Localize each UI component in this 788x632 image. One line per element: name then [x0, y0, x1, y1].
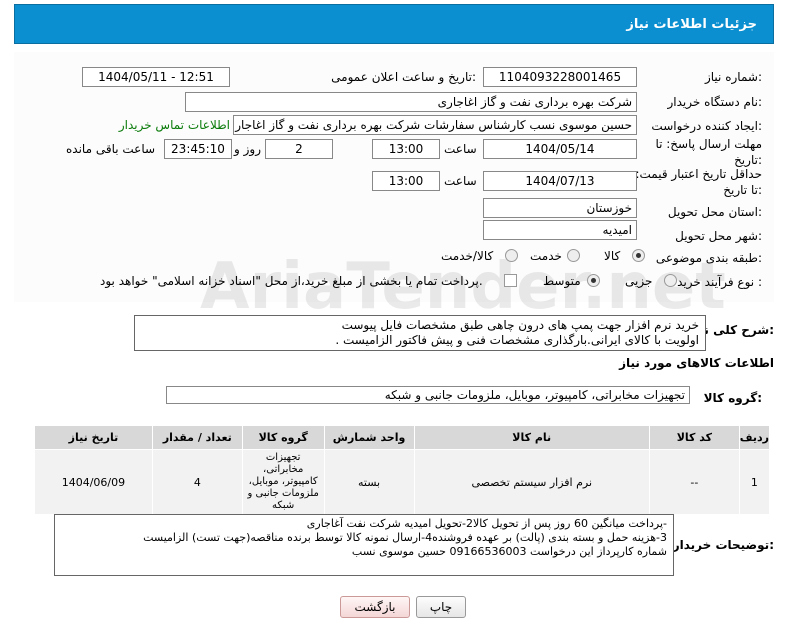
description-textarea: خرید نرم افزار جهت پمپ های درون چاهی طبق… — [134, 315, 706, 351]
buyer-notes-line-3: شماره کارپرداز این درخواست 09166536003 ح… — [351, 545, 667, 558]
remaining-time-field: 23:45:10 — [164, 139, 232, 159]
goods-group-field: تجهیزات مخابراتی، کامپیوتر، موبایل، ملزو… — [166, 386, 690, 404]
category-label: طبقه بندی موضوعی: — [655, 251, 762, 265]
page-title: جزئیات اطلاعات نیاز — [626, 17, 757, 32]
table-row[interactable]: 1 -- نرم افزار سیستم تخصصی بسته تجهیزات … — [34, 449, 771, 515]
buyer-notes-textarea: -پرداخت میانگین 60 روز پس از تحویل کالا2… — [54, 514, 674, 576]
purchase-radio-minor[interactable] — [664, 274, 677, 287]
announce-field: 1404/05/11 - 12:51 — [82, 67, 230, 87]
purchase-option-minor: جزیی — [625, 274, 653, 288]
buyer-contact-link[interactable]: اطلاعات تماس خریدار — [119, 118, 230, 132]
days-label: روز و — [234, 142, 261, 156]
back-button[interactable]: بازگشت — [340, 596, 410, 618]
category-radio-goods[interactable] — [632, 249, 645, 262]
header-bar: جزئیات اطلاعات نیاز — [14, 4, 774, 44]
col-name: نام کالا — [413, 425, 650, 450]
reply-time-label: ساعت — [444, 142, 477, 156]
cell-date: 1404/06/09 — [34, 449, 153, 515]
print-button[interactable]: چاپ — [416, 596, 466, 618]
category-option-goods: کالا — [604, 249, 621, 263]
announce-label: تاریخ و ساعت اعلان عمومی: — [331, 70, 476, 84]
need-number-field: 1104093228001465 — [483, 67, 637, 87]
buyer-notes-line-1: -پرداخت میانگین 60 روز پس از تحویل کالا2… — [306, 517, 667, 530]
price-time-field: 13:00 — [372, 171, 440, 191]
creator-field: حسین موسوی نسب کارشناس سفارشات شرکت بهره… — [233, 115, 637, 135]
description-line-1: خرید نرم افزار جهت پمپ های درون چاهی طبق… — [341, 318, 699, 332]
col-qty: تعداد / مقدار — [151, 425, 243, 450]
buyer-notes-line-2: 3-هزینه حمل و بسته بندی (پالت) بر عهده ف… — [143, 531, 667, 544]
creator-label: ایجاد کننده درخواست: — [651, 119, 762, 133]
price-validity-label: حداقل تاریخ اعتبار قیمت: تا تاریخ: — [635, 167, 762, 197]
reply-deadline-label: مهلت ارسال پاسخ: تا تاریخ: — [655, 137, 762, 167]
cell-unit: بسته — [323, 449, 415, 515]
table-header-row: ردیف کد کالا نام کالا واحد شمارش گروه کا… — [34, 425, 771, 450]
reply-date-field: 1404/05/14 — [483, 139, 637, 159]
col-code: کد کالا — [648, 425, 740, 450]
cell-name: نرم افزار سیستم تخصصی — [413, 449, 650, 515]
purchase-option-medium: متوسط — [543, 274, 581, 288]
buyer-notes-label: توضیحات خریدار: — [672, 538, 774, 552]
buyer-field: شرکت بهره برداری نفت و گاز اغاجاری — [185, 92, 637, 112]
items-table: ردیف کد کالا نام کالا واحد شمارش گروه کا… — [34, 425, 771, 515]
province-label: استان محل تحویل: — [667, 205, 762, 219]
days-field: 2 — [265, 139, 333, 159]
cell-row: 1 — [738, 449, 771, 515]
purchase-radio-medium[interactable] — [587, 274, 600, 287]
need-number-label: شماره نیاز: — [704, 70, 762, 84]
col-date: تاریخ نیاز — [34, 425, 153, 450]
cell-qty: 4 — [151, 449, 243, 515]
category-radio-goods-service[interactable] — [505, 249, 518, 262]
description-line-2: اولویت با کالای ایرانی.بارگذاری مشخصات ف… — [335, 333, 699, 347]
price-time-label: ساعت — [444, 174, 477, 188]
cell-group: تجهیزات مخابراتی، کامپیوتر، موبایل، ملزو… — [241, 449, 325, 515]
province-field: خوزستان — [483, 198, 637, 218]
category-option-goods-service: کالا/خدمت — [441, 249, 494, 263]
remaining-label: ساعت باقی مانده — [66, 142, 156, 156]
purchase-type-label: نوع فرآیند خرید : — [677, 275, 762, 289]
category-option-service: خدمت — [530, 249, 562, 263]
category-radio-service[interactable] — [567, 249, 580, 262]
city-field: امیدیه — [483, 220, 637, 240]
goods-info-title: اطلاعات کالاهای مورد نیاز — [619, 356, 774, 370]
goods-group-label: گروه کالا: — [703, 391, 762, 405]
col-unit: واحد شمارش — [323, 425, 415, 450]
treasury-checkbox[interactable] — [504, 274, 517, 287]
reply-time-field: 13:00 — [372, 139, 440, 159]
city-label: شهر محل تحویل: — [675, 229, 762, 243]
price-date-field: 1404/07/13 — [483, 171, 637, 191]
buyer-label: نام دستگاه خریدار: — [667, 95, 763, 109]
col-group: گروه کالا — [241, 425, 325, 450]
treasury-note: پرداخت تمام یا بخشی از مبلغ خرید،از محل … — [100, 274, 483, 288]
cell-code: -- — [648, 449, 740, 515]
col-row: ردیف — [738, 425, 771, 450]
